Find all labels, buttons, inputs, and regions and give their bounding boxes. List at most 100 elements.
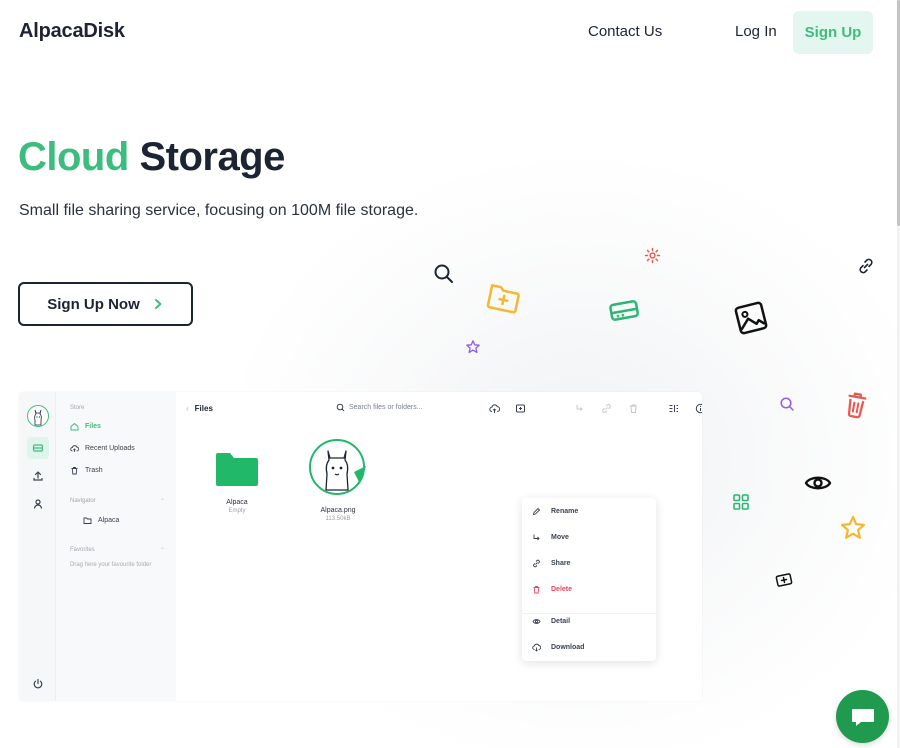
chat-button[interactable]: [836, 690, 889, 743]
preview-main: ‹ Files Search files or folders... Alpac…: [176, 392, 702, 701]
image-icon: [734, 301, 768, 335]
list-view-icon: [669, 404, 678, 412]
context-menu: Rename Move Share Delete Detail Download: [522, 498, 656, 661]
menu-item-label: Rename: [551, 508, 579, 515]
power-icon: [33, 678, 43, 689]
image-add-icon: [775, 573, 793, 587]
trash-icon: [533, 586, 540, 594]
menu-item-move[interactable]: Move: [532, 533, 569, 542]
rail-profile-button[interactable]: [27, 493, 49, 515]
sidebar-item-label: Files: [85, 423, 101, 430]
cloud-upload-icon: [70, 445, 79, 452]
menu-item-download[interactable]: Download: [532, 643, 584, 652]
file-card-folder[interactable]: Alpaca Empty: [214, 450, 260, 514]
trash-icon: [847, 392, 867, 419]
navigator-folder-label: Alpaca: [98, 517, 120, 524]
cloud-upload-icon: [488, 403, 500, 413]
folder-icon: [83, 517, 92, 524]
brand-logo[interactable]: AlpacaDisk: [19, 20, 125, 43]
breadcrumb-current: Files: [194, 404, 213, 413]
home-icon: [70, 422, 79, 431]
alpaca-thumbnail: [309, 439, 366, 495]
menu-item-detail[interactable]: Detail: [532, 617, 570, 626]
navigator-folder-alpaca[interactable]: Alpaca: [83, 516, 119, 525]
menu-item-label: Download: [551, 644, 585, 651]
file-meta: 113.50kB: [325, 516, 351, 522]
star-icon: [466, 340, 480, 354]
link-icon: [533, 559, 540, 568]
folder-icon: [216, 453, 258, 486]
sidebar-item-recent-uploads[interactable]: Recent Uploads: [70, 444, 135, 453]
move-icon: [576, 404, 583, 411]
preview-sidebar: Store Files Recent Uploads Trash Navigat…: [57, 392, 175, 701]
chevron-right-icon: [154, 299, 162, 309]
hard-drive-icon: [32, 444, 44, 452]
app-preview: Store Files Recent Uploads Trash Navigat…: [19, 392, 702, 701]
hero-subtitle: Small file sharing service, focusing on …: [19, 202, 419, 219]
navigator-collapse-icon[interactable]: ⌃: [160, 498, 165, 505]
sidebar-item-trash[interactable]: Trash: [70, 466, 103, 475]
rail-upload-button[interactable]: [27, 465, 49, 487]
folder-add-icon: [515, 404, 525, 412]
grid-icon: [733, 494, 749, 510]
hero-title-rest: Storage: [139, 135, 285, 179]
user-icon: [33, 499, 43, 509]
menu-item-label: Move: [551, 534, 569, 541]
move-icon: [533, 534, 540, 541]
menu-item-share[interactable]: Share: [532, 559, 570, 568]
menu-item-label: Detail: [551, 618, 571, 625]
link-icon: [859, 258, 873, 274]
search-icon: [434, 264, 453, 283]
search-placeholder: Search files or folders...: [349, 404, 423, 411]
file-card-image[interactable]: Alpaca.png 113.50kB: [308, 438, 368, 522]
new-folder-button[interactable]: [514, 402, 526, 414]
trash-icon: [71, 467, 78, 475]
trash-icon: [629, 404, 637, 413]
nav-contact-us[interactable]: Contact Us: [588, 23, 662, 40]
search-input[interactable]: Search files or folders...: [336, 403, 423, 412]
hero-title-accent: Cloud: [18, 135, 129, 179]
file-meta: Empty: [228, 508, 246, 514]
pencil-icon: [532, 507, 541, 516]
rail-drive-button[interactable]: [27, 437, 49, 459]
menu-item-rename[interactable]: Rename: [532, 507, 578, 516]
menu-item-label: Delete: [551, 586, 573, 593]
share-button[interactable]: [600, 402, 612, 414]
settings-icon: [644, 247, 661, 264]
menu-item-delete[interactable]: Delete: [532, 585, 572, 594]
file-name: Alpaca.png: [320, 507, 356, 514]
delete-button[interactable]: [627, 402, 639, 414]
section-store-label: Store: [70, 405, 85, 411]
rail-logout-button[interactable]: [27, 673, 49, 695]
star-icon-gold: [840, 515, 866, 539]
hero-title: Cloud Storage: [18, 134, 285, 180]
eye-icon: [532, 619, 541, 624]
sidebar-item-label: Recent Uploads: [85, 445, 135, 452]
menu-item-label: Share: [551, 560, 571, 567]
hard-drive-icon: [609, 300, 639, 321]
preview-icon-rail: [19, 392, 56, 701]
info-icon: [695, 403, 702, 413]
upload-file-button[interactable]: [488, 402, 500, 414]
cloud-download-icon: [532, 643, 541, 652]
upload-icon: [33, 471, 43, 481]
favorites-collapse-icon[interactable]: ⌃: [160, 547, 165, 554]
search-icon: [336, 403, 345, 412]
sidebar-item-label: Trash: [85, 467, 103, 474]
file-name: Alpaca: [226, 499, 248, 506]
info-button[interactable]: [694, 402, 702, 414]
favorites-hint: Drag here your favourite folder: [70, 562, 152, 568]
section-favorites-label: Favorites: [70, 547, 95, 553]
move-button[interactable]: [573, 402, 585, 414]
section-navigator-label: Navigator: [70, 498, 96, 504]
link-icon: [601, 403, 611, 413]
nav-sign-up-button[interactable]: Sign Up: [793, 11, 873, 54]
sidebar-item-files[interactable]: Files: [70, 422, 101, 431]
back-chevron-icon[interactable]: ‹: [186, 404, 189, 413]
cta-label: Sign Up Now: [47, 295, 140, 313]
view-toggle-button[interactable]: [667, 402, 679, 414]
search-icon-small: [780, 397, 794, 411]
alpaca-avatar[interactable]: [27, 405, 49, 427]
nav-log-in[interactable]: Log In: [735, 23, 777, 40]
sign-up-now-button[interactable]: Sign Up Now: [18, 282, 193, 326]
